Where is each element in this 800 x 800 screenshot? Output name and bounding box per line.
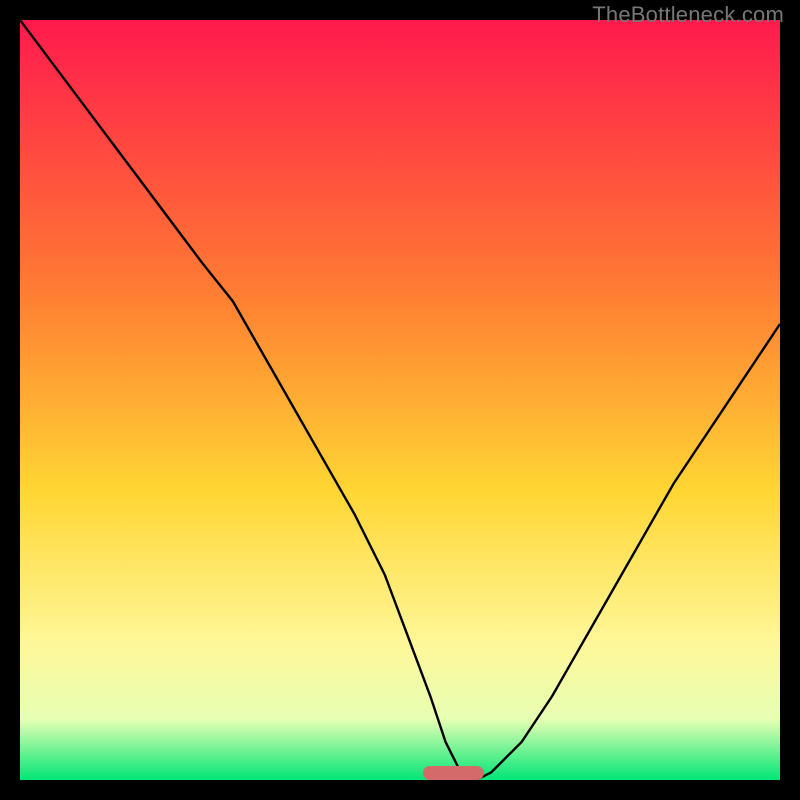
curve-layer — [20, 20, 780, 780]
watermark-text: TheBottleneck.com — [592, 2, 784, 28]
optimal-marker — [423, 766, 484, 780]
bottleneck-curve — [20, 20, 780, 780]
